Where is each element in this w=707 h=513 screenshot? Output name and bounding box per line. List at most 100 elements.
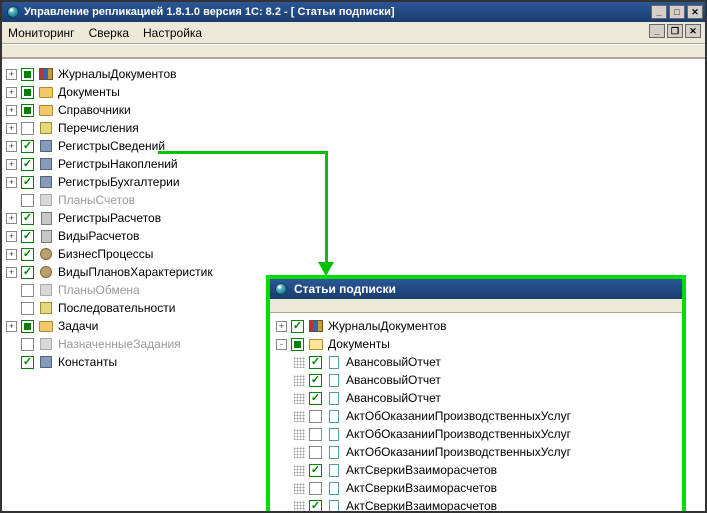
tree-row[interactable]: +РегистрыНакоплений bbox=[6, 155, 266, 173]
checkbox[interactable] bbox=[21, 158, 34, 171]
tree-row[interactable]: +РегистрыРасчетов bbox=[6, 209, 266, 227]
checkbox[interactable] bbox=[21, 104, 34, 117]
checkbox[interactable] bbox=[21, 176, 34, 189]
grey-icon bbox=[38, 283, 54, 297]
checkbox[interactable] bbox=[309, 356, 322, 369]
minimize-button[interactable]: _ bbox=[651, 5, 667, 19]
menu-monitoring[interactable]: Мониторинг bbox=[8, 26, 75, 40]
expander-icon bbox=[6, 339, 17, 350]
tree-row[interactable]: +Перечисления bbox=[6, 119, 266, 137]
cube-icon bbox=[38, 301, 54, 315]
checkbox[interactable] bbox=[291, 338, 304, 351]
expander-icon[interactable]: + bbox=[6, 177, 17, 188]
expander-icon[interactable]: + bbox=[6, 123, 17, 134]
checkbox[interactable] bbox=[21, 122, 34, 135]
app-icon bbox=[6, 5, 20, 19]
expander-icon[interactable]: + bbox=[6, 69, 17, 80]
mdi-restore-button[interactable]: ❐ bbox=[667, 24, 683, 38]
tree-label: ЖурналыДокументов bbox=[328, 319, 447, 333]
tree-row[interactable]: Константы bbox=[6, 353, 266, 371]
checkbox[interactable] bbox=[291, 320, 304, 333]
tree-row[interactable]: АктСверкиВзаиморасчетов bbox=[276, 497, 676, 511]
main-window: Управление репликацией 1.8.1.0 версия 1С… bbox=[0, 0, 707, 513]
expander-icon[interactable]: + bbox=[6, 267, 17, 278]
checkbox[interactable] bbox=[21, 266, 34, 279]
checkbox[interactable] bbox=[309, 374, 322, 387]
tree-row[interactable]: +Задачи bbox=[6, 317, 266, 335]
books-icon bbox=[38, 67, 54, 81]
checkbox[interactable] bbox=[21, 230, 34, 243]
checkbox[interactable] bbox=[309, 428, 322, 441]
tree-row[interactable]: +Справочники bbox=[6, 101, 266, 119]
checkbox[interactable] bbox=[309, 500, 322, 512]
tree-row[interactable]: +БизнесПроцессы bbox=[6, 245, 266, 263]
checkbox[interactable] bbox=[21, 302, 34, 315]
titlebar[interactable]: Управление репликацией 1.8.1.0 версия 1С… bbox=[2, 2, 705, 22]
tree-row[interactable]: +РегистрыБухгалтерии bbox=[6, 173, 266, 191]
checkbox[interactable] bbox=[21, 284, 34, 297]
tree-row[interactable]: Последовательности bbox=[6, 299, 266, 317]
checkbox[interactable] bbox=[21, 140, 34, 153]
checkbox[interactable] bbox=[21, 248, 34, 261]
tool-icon bbox=[38, 139, 54, 153]
mdi-close-button[interactable]: ✕ bbox=[685, 24, 701, 38]
menu-settings[interactable]: Настройка bbox=[143, 26, 202, 40]
tree-row[interactable]: АвансовыйОтчет bbox=[276, 353, 676, 371]
expander-icon[interactable]: + bbox=[6, 159, 17, 170]
checkbox[interactable] bbox=[21, 356, 34, 369]
tree-row[interactable]: АвансовыйОтчет bbox=[276, 371, 676, 389]
expander-icon[interactable]: + bbox=[6, 249, 17, 260]
expander-icon bbox=[294, 447, 305, 458]
tree-row[interactable]: АктОбОказанииПроизводственныхУслуг bbox=[276, 443, 676, 461]
checkbox[interactable] bbox=[309, 410, 322, 423]
tree-row[interactable]: +Документы bbox=[6, 83, 266, 101]
popup-tree[interactable]: +ЖурналыДокументов-ДокументыАвансовыйОтч… bbox=[270, 313, 682, 511]
main-tree[interactable]: +ЖурналыДокументов+Документы+Справочники… bbox=[6, 65, 266, 371]
close-button[interactable]: ✕ bbox=[687, 5, 703, 19]
menu-sverka[interactable]: Сверка bbox=[89, 26, 129, 40]
expander-icon[interactable]: + bbox=[6, 321, 17, 332]
expander-icon[interactable]: + bbox=[6, 87, 17, 98]
tree-row[interactable]: АктОбОказанииПроизводственныхУслуг bbox=[276, 407, 676, 425]
tree-row[interactable]: АвансовыйОтчет bbox=[276, 389, 676, 407]
tree-label: АктСверкиВзаиморасчетов bbox=[346, 481, 497, 495]
tree-row[interactable]: АктСверкиВзаиморасчетов bbox=[276, 479, 676, 497]
maximize-button[interactable]: □ bbox=[669, 5, 685, 19]
tree-row[interactable]: АктОбОказанииПроизводственныхУслуг bbox=[276, 425, 676, 443]
tree-row[interactable]: НазначенныеЗадания bbox=[6, 335, 266, 353]
tree-row[interactable]: +ЖурналыДокументов bbox=[6, 65, 266, 83]
mdi-minimize-button[interactable]: _ bbox=[649, 24, 665, 38]
tree-label: Последовательности bbox=[58, 301, 175, 315]
popup-titlebar[interactable]: Статьи подписки bbox=[270, 279, 682, 299]
expander-icon[interactable]: + bbox=[6, 105, 17, 116]
tree-row[interactable]: +ВидыПлановХарактеристик bbox=[6, 263, 266, 281]
checkbox[interactable] bbox=[309, 446, 322, 459]
expander-icon[interactable]: + bbox=[6, 141, 17, 152]
tree-row[interactable]: + ЖурналыДокументов bbox=[276, 317, 676, 335]
checkbox[interactable] bbox=[21, 194, 34, 207]
checkbox[interactable] bbox=[309, 464, 322, 477]
expander-icon[interactable]: + bbox=[6, 231, 17, 242]
doc-icon bbox=[326, 355, 342, 369]
expander-icon[interactable]: - bbox=[276, 339, 287, 350]
expander-icon[interactable]: + bbox=[6, 213, 17, 224]
tree-row[interactable]: ПланыОбмена bbox=[6, 281, 266, 299]
tree-label: АктСверкиВзаиморасчетов bbox=[346, 463, 497, 477]
expander-icon bbox=[294, 393, 305, 404]
checkbox[interactable] bbox=[21, 320, 34, 333]
calc-icon bbox=[38, 229, 54, 243]
checkbox[interactable] bbox=[21, 86, 34, 99]
checkbox[interactable] bbox=[21, 338, 34, 351]
tree-row[interactable]: +ВидыРасчетов bbox=[6, 227, 266, 245]
tree-row[interactable]: -Документы bbox=[276, 335, 676, 353]
tree-row[interactable]: ПланыСчетов bbox=[6, 191, 266, 209]
checkbox[interactable] bbox=[21, 68, 34, 81]
tree-label: АвансовыйОтчет bbox=[346, 391, 441, 405]
expander-icon[interactable]: + bbox=[276, 321, 287, 332]
tree-label: АктОбОказанииПроизводственныхУслуг bbox=[346, 445, 571, 459]
checkbox[interactable] bbox=[309, 392, 322, 405]
checkbox[interactable] bbox=[21, 212, 34, 225]
tree-row[interactable]: АктСверкиВзаиморасчетов bbox=[276, 461, 676, 479]
checkbox[interactable] bbox=[309, 482, 322, 495]
tree-label: РегистрыСведений bbox=[58, 139, 165, 153]
